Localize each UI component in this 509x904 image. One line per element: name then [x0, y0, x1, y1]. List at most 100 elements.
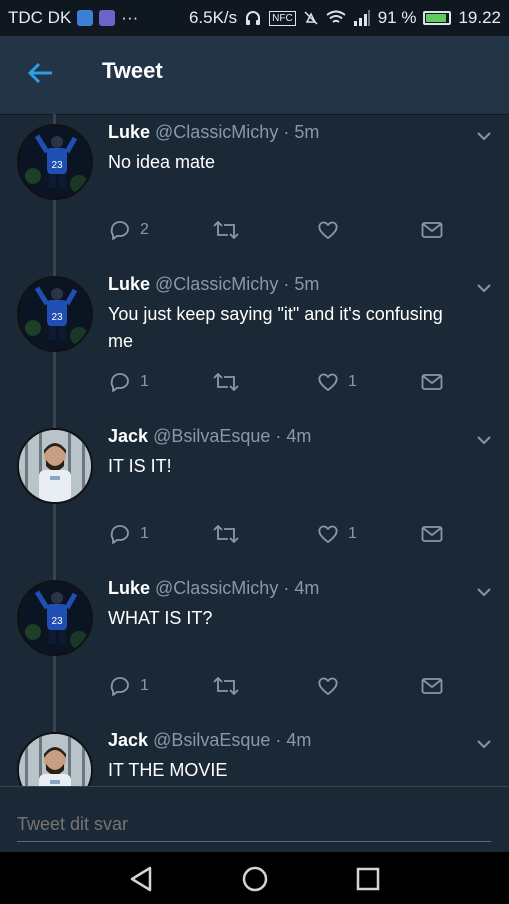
clock: 19.22 [458, 8, 501, 27]
reply-count: 1 [140, 677, 149, 694]
author-name[interactable]: Jack⁣ [108, 730, 148, 750]
heart-icon [316, 218, 340, 242]
avatar[interactable]: 23 [17, 276, 93, 352]
chevron-down-icon[interactable] [472, 124, 496, 148]
reply-icon [108, 522, 132, 546]
chevron-down-icon[interactable] [472, 428, 496, 452]
author-name[interactable]: Luke [108, 122, 150, 142]
tweet-header: Jack⁣ @BsilvaEsque · 4m [108, 426, 311, 447]
envelope-icon [420, 218, 444, 242]
author-handle[interactable]: @BsilvaEsque [153, 426, 270, 446]
author-name[interactable]: Luke [108, 578, 150, 598]
tweet-header: Luke @ClassicMichy · 4m [108, 578, 319, 599]
page-title: Tweet [102, 58, 163, 83]
nav-back-icon[interactable] [128, 865, 156, 893]
network-speed: 6.5K/s [188, 8, 238, 27]
avatar[interactable]: 23 [17, 124, 93, 200]
chevron-down-icon[interactable] [472, 732, 496, 756]
chevron-down-icon[interactable] [472, 580, 496, 604]
retweet-button[interactable] [212, 217, 240, 243]
author-handle[interactable]: @ClassicMichy [155, 122, 278, 142]
retweet-icon [212, 370, 240, 394]
like-button[interactable] [316, 673, 348, 699]
tweet-header: Luke @ClassicMichy · 5m [108, 274, 319, 295]
tweet-text: You just keep saying "it" and it's confu… [108, 304, 443, 351]
tweet-text: WHAT IS IT? [108, 608, 213, 628]
heart-icon [316, 674, 340, 698]
tweet-actions: 11 [108, 521, 448, 547]
svg-text:23: 23 [51, 616, 63, 627]
signal-icon [353, 10, 370, 26]
tweet-timestamp: · 5m [283, 274, 320, 294]
tweet-header: Jack⁣ @BsilvaEsque · 4m [108, 730, 311, 751]
reply-count: 1 [140, 373, 149, 390]
nav-recents-icon[interactable] [354, 865, 382, 893]
back-arrow-icon[interactable] [24, 56, 58, 90]
retweet-icon [212, 522, 240, 546]
tweet-timestamp: · 4m [283, 578, 320, 598]
retweet-button[interactable] [212, 521, 240, 547]
like-count: 1 [348, 525, 357, 542]
direct-message-button[interactable] [420, 369, 444, 395]
avatar[interactable] [17, 732, 93, 786]
conversation-feed: 23 Luke @ClassicMichy · 5m No idea mate 2 23… [0, 114, 509, 786]
battery-icon [423, 11, 452, 25]
tweet-item: 23 Luke @ClassicMichy · 5m You just keep s… [0, 266, 509, 418]
tweet-actions: 1 [108, 673, 448, 699]
envelope-icon [420, 370, 444, 394]
tweet-timestamp: · 5m [283, 122, 320, 142]
like-button[interactable]: 1 [316, 521, 357, 547]
tweet-header: Luke @ClassicMichy · 5m [108, 122, 319, 143]
like-button[interactable]: 1 [316, 369, 357, 395]
direct-message-button[interactable] [420, 521, 444, 547]
reply-button[interactable]: 2 [108, 217, 149, 243]
envelope-icon [420, 674, 444, 698]
reply-button[interactable]: 1 [108, 369, 149, 395]
author-handle[interactable]: @BsilvaEsque [153, 730, 270, 750]
like-count: 1 [348, 373, 357, 390]
nav-home-icon[interactable] [241, 865, 269, 893]
like-button[interactable] [316, 217, 348, 243]
status-bar: TDC DK ··· 6.5K/s NFC 91 % 19.22 [0, 0, 509, 36]
tweet-text: IT IS IT! [108, 456, 172, 476]
avatar[interactable]: 23 [17, 580, 93, 656]
tweet-timestamp: · 4m [275, 426, 312, 446]
heart-icon [316, 370, 340, 394]
direct-message-button[interactable] [420, 217, 444, 243]
tweet-text: No idea mate [108, 152, 216, 172]
retweet-button[interactable] [212, 369, 240, 395]
author-handle[interactable]: @ClassicMichy [155, 578, 278, 598]
reply-count: 1 [140, 525, 149, 542]
retweet-icon [212, 218, 240, 242]
reply-composer [0, 786, 509, 853]
svg-text:23: 23 [51, 160, 63, 171]
battery-percent: 91 % [377, 8, 417, 27]
reply-icon [108, 370, 132, 394]
tweet-text: IT THE MOVIE [108, 760, 228, 780]
tweet-item: 23 Luke @ClassicMichy · 5m No idea mate 2 [0, 114, 509, 266]
heart-icon [316, 522, 340, 546]
chevron-down-icon[interactable] [472, 276, 496, 300]
tweet-actions: 11 [108, 369, 448, 395]
svg-text:23: 23 [51, 312, 63, 323]
tweet-timestamp: · 4m [275, 730, 312, 750]
reply-icon [108, 218, 132, 242]
author-name[interactable]: Luke [108, 274, 150, 294]
tweet-item: 23 Luke @ClassicMichy · 4m WHAT IS IT? 1 [0, 570, 509, 722]
reply-input[interactable] [17, 807, 491, 842]
nfc-icon: NFC [269, 10, 296, 26]
tweet-item: Jack⁣ @BsilvaEsque · 4m IT THE MOVIE [0, 722, 509, 786]
reply-count: 2 [140, 221, 149, 238]
author-name[interactable]: Jack⁣ [108, 426, 148, 446]
more-notifications-icon: ··· [121, 8, 139, 27]
retweet-icon [212, 674, 240, 698]
author-handle[interactable]: @ClassicMichy [155, 274, 278, 294]
direct-message-button[interactable] [420, 673, 444, 699]
avatar[interactable] [17, 428, 93, 504]
reply-button[interactable]: 1 [108, 673, 149, 699]
tweet-item: Jack⁣ @BsilvaEsque · 4m IT IS IT! 1 1 [0, 418, 509, 570]
retweet-button[interactable] [212, 673, 240, 699]
reply-button[interactable]: 1 [108, 521, 149, 547]
photo-notification-icon [99, 10, 116, 26]
twitter-notification-icon [77, 10, 94, 26]
